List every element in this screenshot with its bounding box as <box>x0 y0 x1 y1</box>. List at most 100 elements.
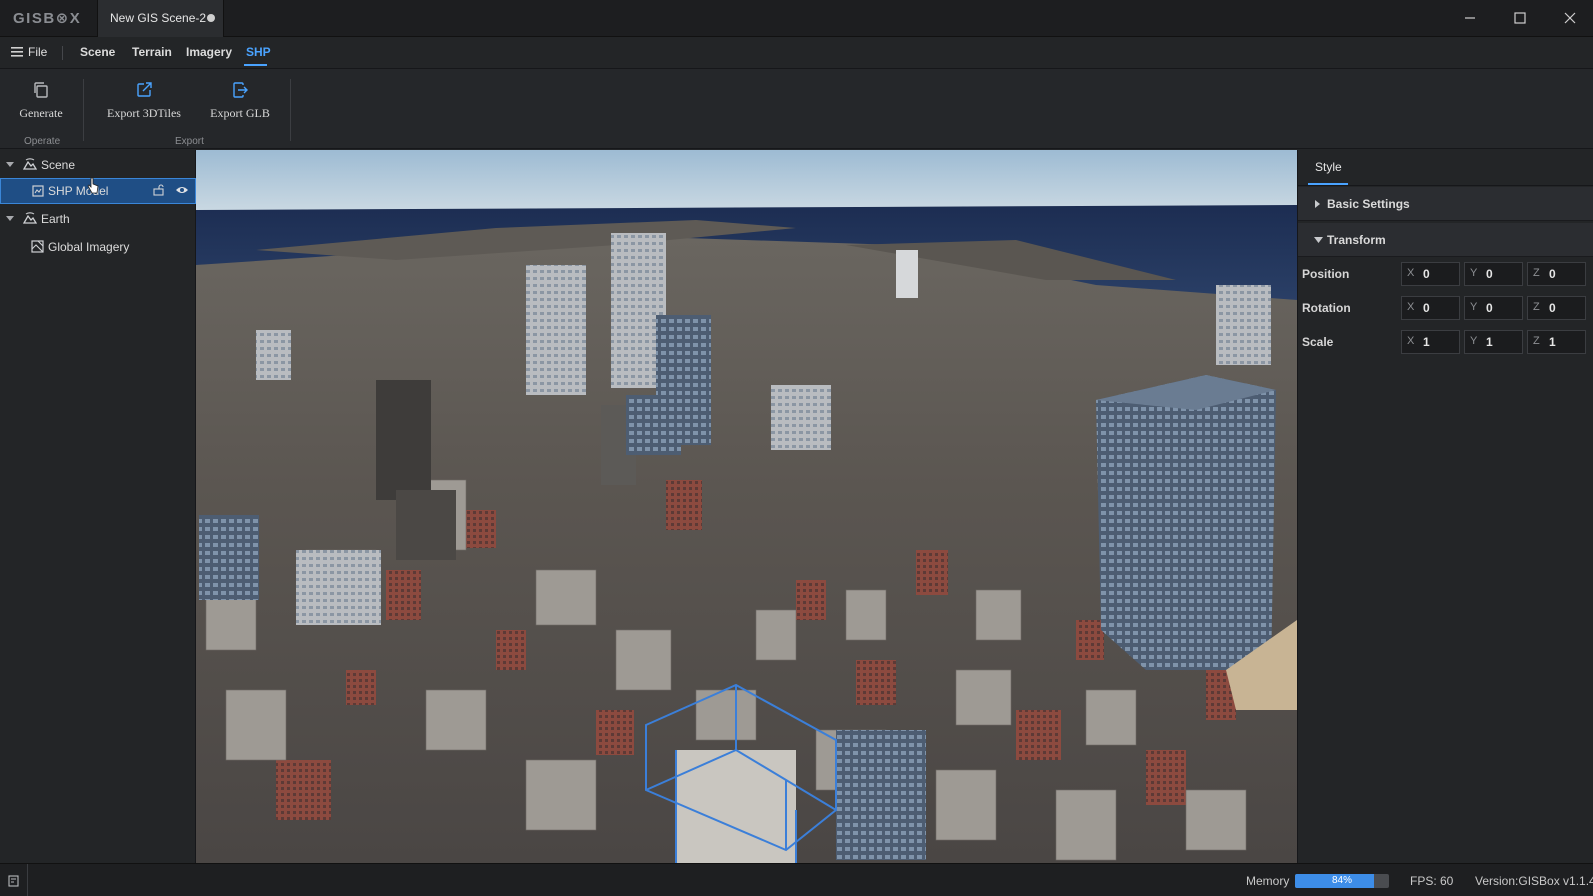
menu-bar: File Scene Terrain Imagery SHP <box>0 37 1593 69</box>
memory-label: Memory <box>1246 874 1290 888</box>
section-label: Transform <box>1327 233 1386 247</box>
tree-item-global-imagery[interactable]: Global Imagery <box>0 234 196 260</box>
field-value: 0 <box>1549 267 1556 281</box>
axis-label: Y <box>1470 335 1478 347</box>
position-y-field[interactable]: Y0 <box>1464 262 1523 286</box>
group-label-export: Export <box>175 136 204 147</box>
mountain-icon <box>23 158 37 170</box>
transform-row-position: Position X0 Y0 Z0 <box>1298 260 1593 290</box>
field-value: 0 <box>1549 301 1556 315</box>
field-value: 0 <box>1486 301 1493 315</box>
menu-shp[interactable]: SHP <box>246 45 271 59</box>
axis-label: Y <box>1470 301 1478 313</box>
ribbon-toolbar: Generate Export 3DTiles Export GLB Opera… <box>0 69 1593 149</box>
field-value: 1 <box>1549 335 1556 349</box>
export-3dtiles-button[interactable]: Export 3DTiles <box>105 81 183 127</box>
menu-terrain[interactable]: Terrain <box>132 45 172 59</box>
export-icon <box>233 82 248 98</box>
tree-item-label: Global Imagery <box>48 240 130 254</box>
generate-label: Generate <box>19 106 63 120</box>
position-x-field[interactable]: X0 <box>1401 262 1460 286</box>
export-glb-label: Export GLB <box>210 106 270 120</box>
rotation-y-field[interactable]: Y0 <box>1464 296 1523 320</box>
hamburger-icon <box>11 47 23 57</box>
export-glb-button[interactable]: Export GLB <box>208 81 272 127</box>
city-scene-render <box>196 150 1297 863</box>
scale-z-field[interactable]: Z1 <box>1527 330 1586 354</box>
file-menu-label: File <box>28 45 48 59</box>
section-label: Basic Settings <box>1327 197 1410 211</box>
transform-row-rotation: Rotation X0 Y0 Z0 <box>1298 294 1593 324</box>
mountain-icon <box>23 212 37 224</box>
imagery-icon <box>31 240 44 253</box>
status-bar: Memory 84% FPS: 60 Version:GISBox v1.1.4 <box>0 863 1593 896</box>
log-icon <box>7 874 19 887</box>
close-button[interactable] <box>1552 6 1588 30</box>
document-tab[interactable]: New GIS Scene-2 <box>97 0 224 37</box>
rotation-z-field[interactable]: Z0 <box>1527 296 1586 320</box>
model-icon <box>32 185 44 197</box>
scene-tree-panel: Scene SHP Model Earth Global Imagery <box>0 150 196 863</box>
eye-icon[interactable] <box>175 184 189 196</box>
field-value: 1 <box>1486 335 1493 349</box>
scale-x-field[interactable]: X1 <box>1401 330 1460 354</box>
export-3dtiles-label: Export 3DTiles <box>107 106 181 120</box>
tree-item-scene[interactable]: Scene <box>0 152 196 178</box>
menu-scene[interactable]: Scene <box>80 45 115 59</box>
file-menu[interactable]: File <box>11 45 47 59</box>
axis-label: Y <box>1470 267 1478 279</box>
field-value: 1 <box>1423 335 1430 349</box>
version-label: Version:GISBox v1.1.4 <box>1475 874 1593 888</box>
copy-icon <box>34 82 48 98</box>
field-value: 0 <box>1486 267 1493 281</box>
minimize-button[interactable] <box>1452 6 1488 30</box>
caret-right-icon <box>1315 200 1320 208</box>
ribbon-divider <box>290 79 291 141</box>
section-transform[interactable]: Transform <box>1298 223 1593 257</box>
title-bar: GISB⊗X New GIS Scene-2 <box>0 0 1593 37</box>
axis-label: X <box>1407 335 1415 347</box>
minimize-icon <box>1465 17 1475 19</box>
field-value: 0 <box>1423 267 1430 281</box>
axis-label: X <box>1407 267 1415 279</box>
generate-button[interactable]: Generate <box>18 81 64 127</box>
axis-label: Z <box>1533 301 1540 313</box>
properties-panel: Style Basic Settings Transform Position … <box>1297 150 1593 863</box>
axis-label: X <box>1407 301 1415 313</box>
unsaved-dot-icon[interactable] <box>207 14 215 22</box>
position-z-field[interactable]: Z0 <box>1527 262 1586 286</box>
axis-label: Z <box>1533 335 1540 347</box>
ribbon-divider <box>83 79 84 141</box>
scale-y-field[interactable]: Y1 <box>1464 330 1523 354</box>
expand-caret-icon[interactable] <box>6 216 14 221</box>
3d-viewport[interactable] <box>196 150 1297 863</box>
transform-row-scale: Scale X1 Y1 Z1 <box>1298 328 1593 358</box>
rotation-x-field[interactable]: X0 <box>1401 296 1460 320</box>
tree-item-earth[interactable]: Earth <box>0 206 196 232</box>
prop-label: Position <box>1302 267 1350 281</box>
expand-caret-icon[interactable] <box>6 162 14 167</box>
panel-tab-bar: Style <box>1298 150 1593 186</box>
field-value: 0 <box>1423 301 1430 315</box>
caret-down-icon <box>1314 237 1323 243</box>
group-label-operate: Operate <box>24 136 61 147</box>
close-icon <box>1564 12 1576 24</box>
menu-imagery[interactable]: Imagery <box>186 45 232 59</box>
maximize-icon <box>1514 12 1526 24</box>
memory-percent: 84% <box>1331 875 1352 886</box>
unlock-icon[interactable] <box>153 184 164 196</box>
tree-item-label: Earth <box>41 212 70 226</box>
section-basic-settings[interactable]: Basic Settings <box>1298 187 1593 221</box>
tab-style[interactable]: Style <box>1315 160 1342 174</box>
log-button[interactable] <box>0 864 28 896</box>
external-link-icon <box>137 82 152 97</box>
prop-label: Rotation <box>1302 301 1351 315</box>
active-tab-indicator <box>1308 183 1348 185</box>
maximize-button[interactable] <box>1502 6 1538 30</box>
tree-item-label: Scene <box>41 158 76 172</box>
app-logo: GISB⊗X <box>13 10 82 27</box>
menu-divider <box>62 46 63 60</box>
document-tab-label: New GIS Scene-2 <box>110 11 207 25</box>
memory-usage-bar: 84% <box>1295 874 1389 888</box>
fps-readout: FPS: 60 <box>1410 874 1454 888</box>
